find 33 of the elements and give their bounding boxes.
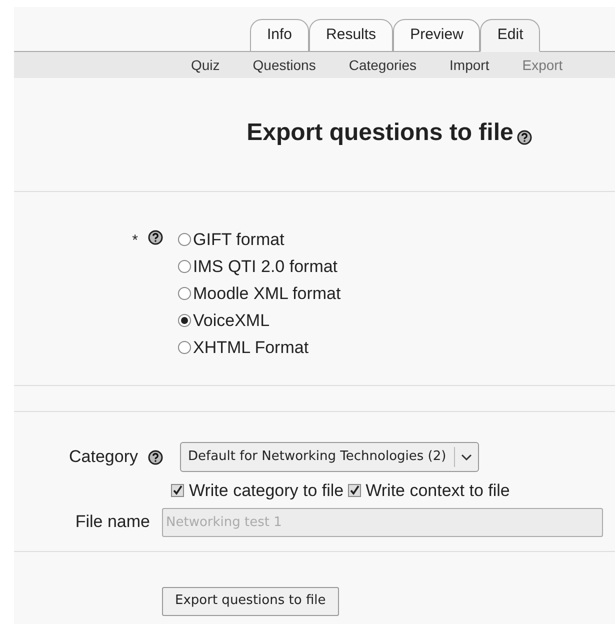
radio-label: Moodle XML format <box>193 283 341 305</box>
tab[interactable]: Edit <box>480 19 540 52</box>
tab[interactable]: Results <box>309 19 394 52</box>
required-mark: * <box>132 231 138 251</box>
category-select[interactable]: Default for Networking Technologies (2) <box>180 442 480 472</box>
tab[interactable]: Preview <box>393 19 480 52</box>
subtab-link[interactable]: Categories <box>348 54 417 76</box>
radio-button[interactable] <box>178 341 191 354</box>
subtab-link[interactable]: Import <box>450 54 490 76</box>
checkbox[interactable] <box>348 484 361 498</box>
checkbox-label: Write context to file <box>366 480 510 502</box>
checkbox[interactable] <box>171 484 184 498</box>
radio-button[interactable] <box>178 287 191 300</box>
field-label: File name <box>74 511 150 534</box>
help-icon[interactable] <box>517 130 532 145</box>
checkbox-label: Write category to file <box>189 480 344 502</box>
export-button[interactable]: Export questions to file <box>162 586 339 616</box>
chevron-down-icon <box>461 454 472 460</box>
radio-button[interactable] <box>178 233 191 246</box>
radio-button[interactable] <box>178 314 191 327</box>
help-icon[interactable] <box>148 450 163 464</box>
radio-label: XHTML Format <box>193 337 309 359</box>
subtab-link[interactable]: Quiz <box>191 54 220 76</box>
tab[interactable]: Info <box>250 19 310 52</box>
help-icon[interactable] <box>148 230 163 245</box>
radio-button[interactable] <box>178 260 191 273</box>
page-heading: Export questions to file <box>246 118 514 148</box>
radio-label: VoiceXML <box>193 310 270 332</box>
subtab-link[interactable]: Questions <box>252 54 316 76</box>
field-label: Category <box>69 446 138 468</box>
subtab-link[interactable]: Export <box>522 54 563 76</box>
radio-label: GIFT format <box>193 229 284 251</box>
radio-label: IMS QTI 2.0 format <box>193 256 338 278</box>
